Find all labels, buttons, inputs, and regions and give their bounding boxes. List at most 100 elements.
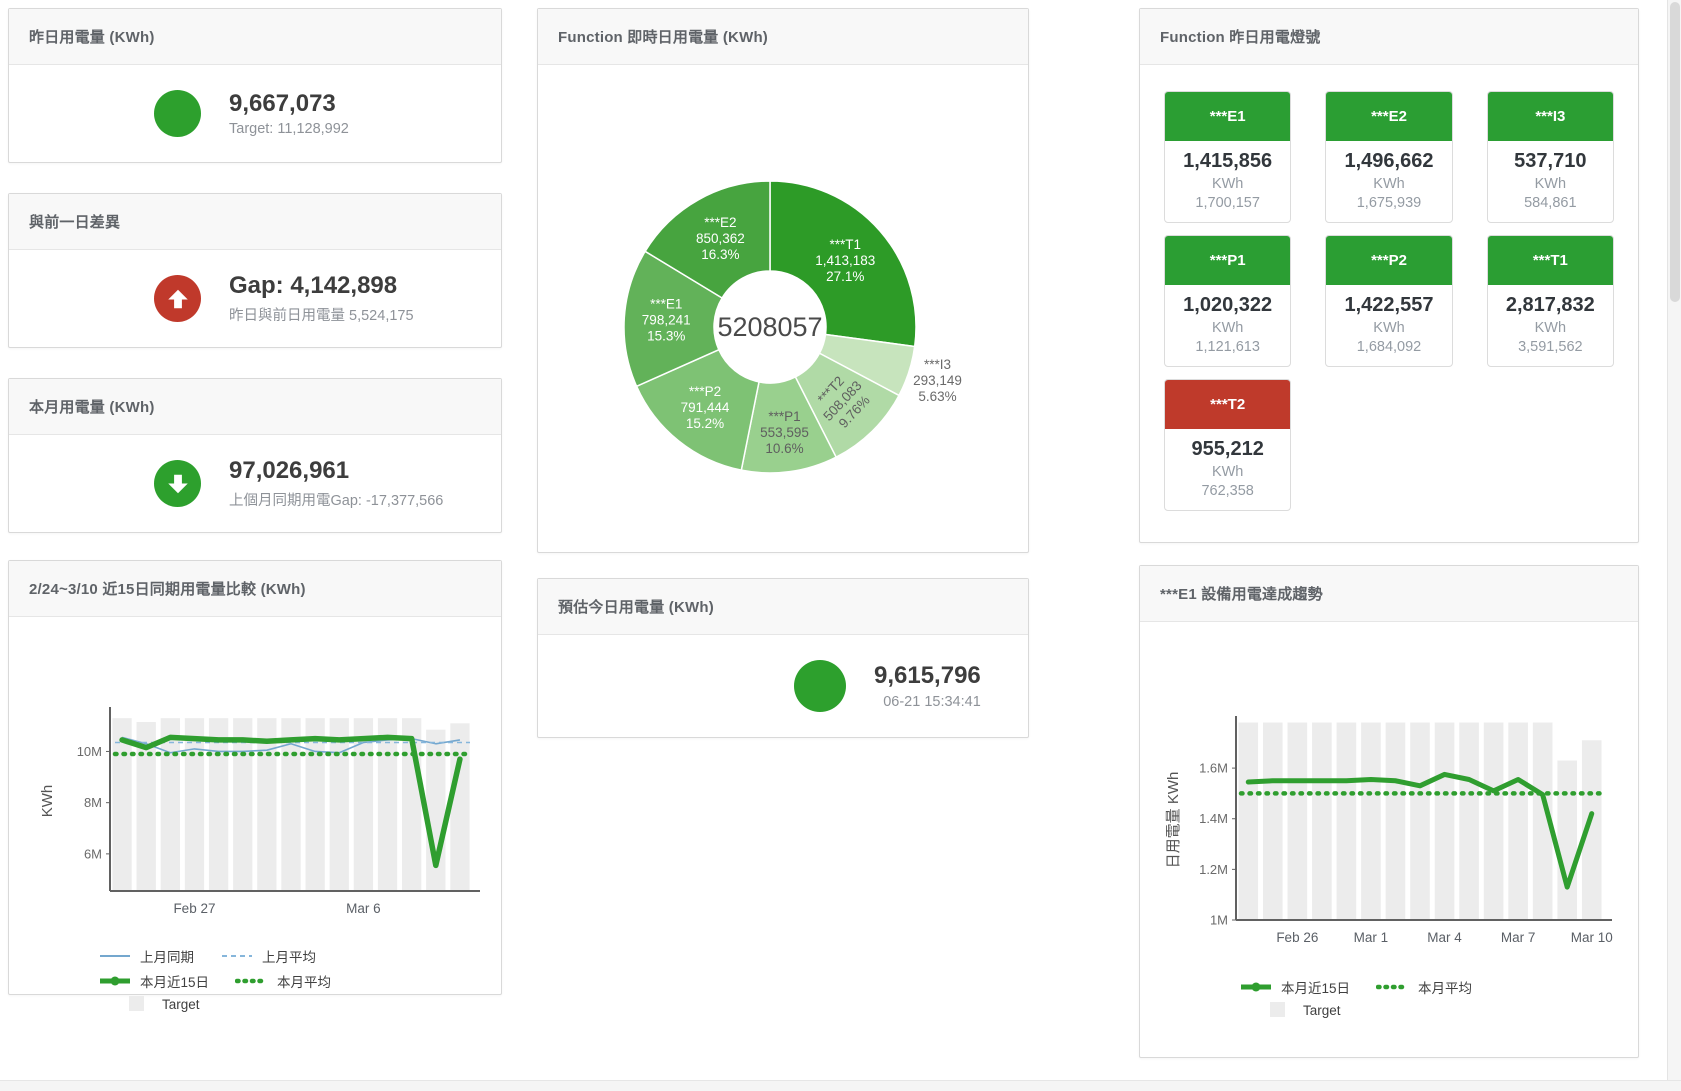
card-title: 與前一日差異 (29, 211, 481, 232)
legend-item-上月平均[interactable]: 上月平均 (220, 946, 316, 966)
tile-unit: KWh (1330, 176, 1447, 192)
tile-name-badge: ***P1 (1165, 236, 1290, 285)
green-status-circle-icon (154, 90, 201, 137)
tile-body: 1,422,557KWh1,684,092 (1326, 285, 1451, 366)
tile-value: 537,710 (1492, 150, 1609, 173)
card-header: 2/24~3/10 近15日同期用電量比較 (KWh) (9, 561, 501, 617)
tile-name-badge: ***T2 (1165, 380, 1290, 429)
target-bar (209, 718, 228, 891)
legend-swatch-dots-icon (235, 973, 269, 989)
tile-name-badge: ***T1 (1488, 236, 1613, 285)
tile-unit: KWh (1169, 464, 1286, 480)
legend-item-本月平均[interactable]: 本月平均 (235, 971, 331, 991)
tile-target: 1,700,157 (1169, 195, 1286, 211)
x-tick-label: Mar 1 (1354, 930, 1389, 945)
y-tick-label: 10M (77, 744, 102, 759)
chart-area: 1.6M1.4M1.2M1MFeb 26Mar 1Mar 4Mar 7Mar 1… (1140, 622, 1638, 1018)
kpi-value: Gap: 4,142,898 (229, 272, 414, 301)
kpi-timestamp: 06-21 15:34:41 (874, 694, 981, 710)
legend-row: Target (1261, 1002, 1634, 1018)
x-tick-label: Mar 4 (1427, 930, 1462, 945)
tile-target: 1,675,939 (1330, 195, 1447, 211)
tile-name-badge: ***I3 (1488, 92, 1613, 141)
legend-row: 上月同期 上月平均 (98, 946, 495, 966)
chart-legend: 上月同期 上月平均本月近15日 本月平均 Target (98, 946, 495, 1012)
kpi-body: 9,615,796 06-21 15:34:41 (538, 635, 1028, 737)
tile-body: 537,710KWh584,861 (1488, 141, 1613, 222)
x-tick-label: Mar 7 (1501, 930, 1536, 945)
y-tick-label: 1M (1210, 913, 1228, 928)
legend-label: 上月平均 (262, 946, 316, 966)
kpi-value: 9,615,796 (874, 662, 981, 691)
legend-label: 本月平均 (1418, 977, 1472, 997)
tile-name-badge: ***E2 (1326, 92, 1451, 141)
target-bar (185, 718, 204, 891)
tile-body: 1,020,322KWh1,121,613 (1165, 285, 1290, 366)
realtime-usage-donut-chart: ***T11,413,18327.1%***I3293,1495.63%***T… (538, 65, 1028, 545)
kpi-body: 97,026,961 上個月同期用電Gap: -17,377,566 (9, 435, 501, 532)
chart-area: 10M8M6MFeb 27Mar 6KWh 上月同期上月平均本月近15日本月平均… (9, 617, 501, 1012)
x-tick-label: Mar 10 (1571, 930, 1613, 945)
card-yesterday-usage: 昨日用電量 (KWh) 9,667,073 Target: 11,128,992 (8, 8, 502, 163)
legend-row: 本月近15日 本月平均 (98, 971, 495, 991)
kpi-text: Gap: 4,142,898 昨日與前日用電量 5,524,175 (229, 272, 414, 325)
legend-swatch-square-icon (120, 996, 154, 1012)
legend-item-本月近15日[interactable]: 本月近15日 (1239, 977, 1350, 997)
x-tick-label: Feb 27 (173, 901, 215, 916)
legend-swatch-thick-icon (1239, 979, 1273, 995)
tile-value: 1,415,856 (1169, 150, 1286, 173)
target-bar (161, 718, 180, 891)
legend-label: 本月近15日 (1281, 977, 1350, 997)
target-bar (1361, 723, 1381, 920)
tile-name-badge: ***P2 (1326, 236, 1451, 285)
status-tile-P1: ***P11,020,322KWh1,121,613 (1164, 235, 1291, 367)
legend-label: 本月近15日 (140, 971, 209, 991)
card-status-lights: Function 昨日用電燈號 ***E11,415,856KWh1,700,1… (1139, 8, 1639, 543)
svg-text:***I3293,1495.63%: ***I3293,1495.63% (913, 357, 962, 404)
card-title: 2/24~3/10 近15日同期用電量比較 (KWh) (29, 578, 481, 599)
legend-item-Target[interactable]: Target (1261, 1002, 1341, 1018)
dashboard-page: 昨日用電量 (KWh) 9,667,073 Target: 11,128,992… (0, 0, 1681, 1091)
tile-body: 1,415,856KWh1,700,157 (1165, 141, 1290, 222)
target-bar (1435, 723, 1455, 920)
target-bar (305, 718, 324, 891)
status-tile-I3: ***I3537,710KWh584,861 (1487, 91, 1614, 223)
card-e1-trend-chart: ***E1 設備用電達成趨勢 1.6M1.4M1.2M1MFeb 26Mar 1… (1139, 565, 1639, 1058)
horizontal-scrollbar[interactable] (0, 1080, 1681, 1091)
target-bar (1410, 723, 1430, 920)
kpi-body: Gap: 4,142,898 昨日與前日用電量 5,524,175 (9, 250, 501, 347)
target-bar (1459, 723, 1479, 920)
legend-label: 本月平均 (277, 971, 331, 991)
legend-item-上月同期[interactable]: 上月同期 (98, 946, 194, 966)
target-bar (1484, 723, 1504, 920)
card-header: Function 即時日用電量 (KWh) (538, 9, 1028, 65)
comparison-line-chart: 10M8M6MFeb 27Mar 6KWh (15, 705, 495, 933)
card-realtime-donut: Function 即時日用電量 (KWh) ***T11,413,18327.1… (537, 8, 1029, 553)
tile-body: 1,496,662KWh1,675,939 (1326, 141, 1451, 222)
tile-body: 955,212KWh762,358 (1165, 429, 1290, 510)
target-bar (233, 718, 252, 891)
y-tick-label: 1.4M (1199, 811, 1228, 826)
target-bar (257, 718, 276, 891)
status-tile-E1: ***E11,415,856KWh1,700,157 (1164, 91, 1291, 223)
legend-item-Target[interactable]: Target (120, 996, 200, 1012)
legend-row: Target (120, 996, 495, 1012)
kpi-target-label: Target: 11,128,992 (229, 121, 349, 137)
card-title: Function 即時日用電量 (KWh) (558, 26, 1008, 47)
legend-swatch-dots-icon (1376, 979, 1410, 995)
scrollbar-thumb[interactable] (1670, 2, 1680, 302)
status-tile-E2: ***E21,496,662KWh1,675,939 (1325, 91, 1452, 223)
x-tick-label: Mar 6 (346, 901, 381, 916)
target-bar (1337, 723, 1357, 920)
vertical-scrollbar[interactable] (1667, 0, 1681, 1091)
left-column: 昨日用電量 (KWh) 9,667,073 Target: 11,128,992… (8, 8, 502, 1083)
green-status-circle-icon (794, 660, 846, 712)
kpi-sub-label: 上個月同期用電Gap: -17,377,566 (229, 489, 443, 510)
card-header: ***E1 設備用電達成趨勢 (1140, 566, 1638, 622)
card-month-usage: 本月用電量 (KWh) 97,026,961 上個月同期用電Gap: -17,3… (8, 378, 502, 533)
legend-swatch-line-icon (98, 948, 132, 964)
legend-item-本月近15日[interactable]: 本月近15日 (98, 971, 209, 991)
kpi-text: 9,615,796 06-21 15:34:41 (874, 662, 981, 710)
legend-item-本月平均[interactable]: 本月平均 (1376, 977, 1472, 997)
kpi-text: 97,026,961 上個月同期用電Gap: -17,377,566 (229, 457, 443, 510)
